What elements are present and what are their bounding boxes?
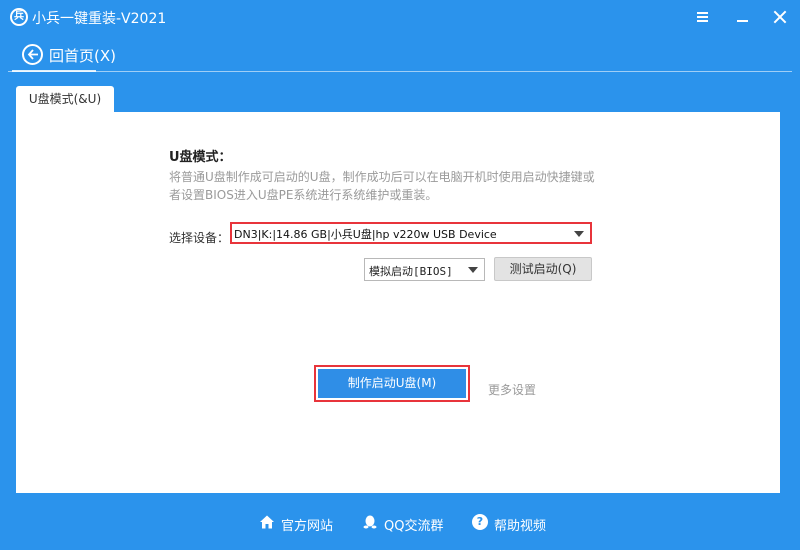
boot-mode-select[interactable]: 模拟启动[BIOS] [364,258,485,281]
minimize-button[interactable] [732,6,754,28]
device-label: 选择设备： [169,231,230,245]
mode-description: 将普通U盘制作成可启动的U盘，制作成功后可以在电脑开机时使用启动快捷键或者设置B… [169,170,595,202]
qq-group-label: QQ交流群 [384,519,444,534]
make-usb-highlight: 制作启动U盘(M) [314,365,470,402]
tab-usb-mode[interactable]: U盘模式(&U) [16,86,114,113]
help-video-label: 帮助视频 [494,519,547,534]
device-select-value: DN3|K:|14.86 GB|小兵U盘|hp v220w USB Device [234,228,497,241]
menu-button[interactable] [692,6,714,28]
official-site-label: 官方网站 [281,519,334,534]
close-button[interactable] [770,6,792,28]
title-bar: 兵 小兵一键重装-V2021 [0,0,800,34]
device-select[interactable]: DN3|K:|14.86 GB|小兵U盘|hp v220w USB Device [230,222,592,244]
chevron-down-icon [468,267,478,273]
more-settings-link[interactable]: 更多设置 [488,381,536,398]
window-title: 小兵一键重装-V2021 [32,11,167,27]
back-arrow-icon [22,44,43,65]
mode-heading: U盘模式： [169,150,232,165]
header-divider [8,71,792,72]
back-home-label: 回首页(X) [49,47,116,65]
app-logo-icon: 兵 [10,8,28,26]
test-boot-button[interactable]: 测试启动(Q) [494,257,592,281]
chevron-down-icon [574,231,584,237]
make-boot-usb-button[interactable]: 制作启动U盘(M) [318,369,466,398]
help-icon: ? [472,514,488,530]
boot-mode-value: 模拟启动[BIOS] [369,265,453,278]
home-icon [260,515,274,529]
qq-penguin-icon [363,515,377,529]
